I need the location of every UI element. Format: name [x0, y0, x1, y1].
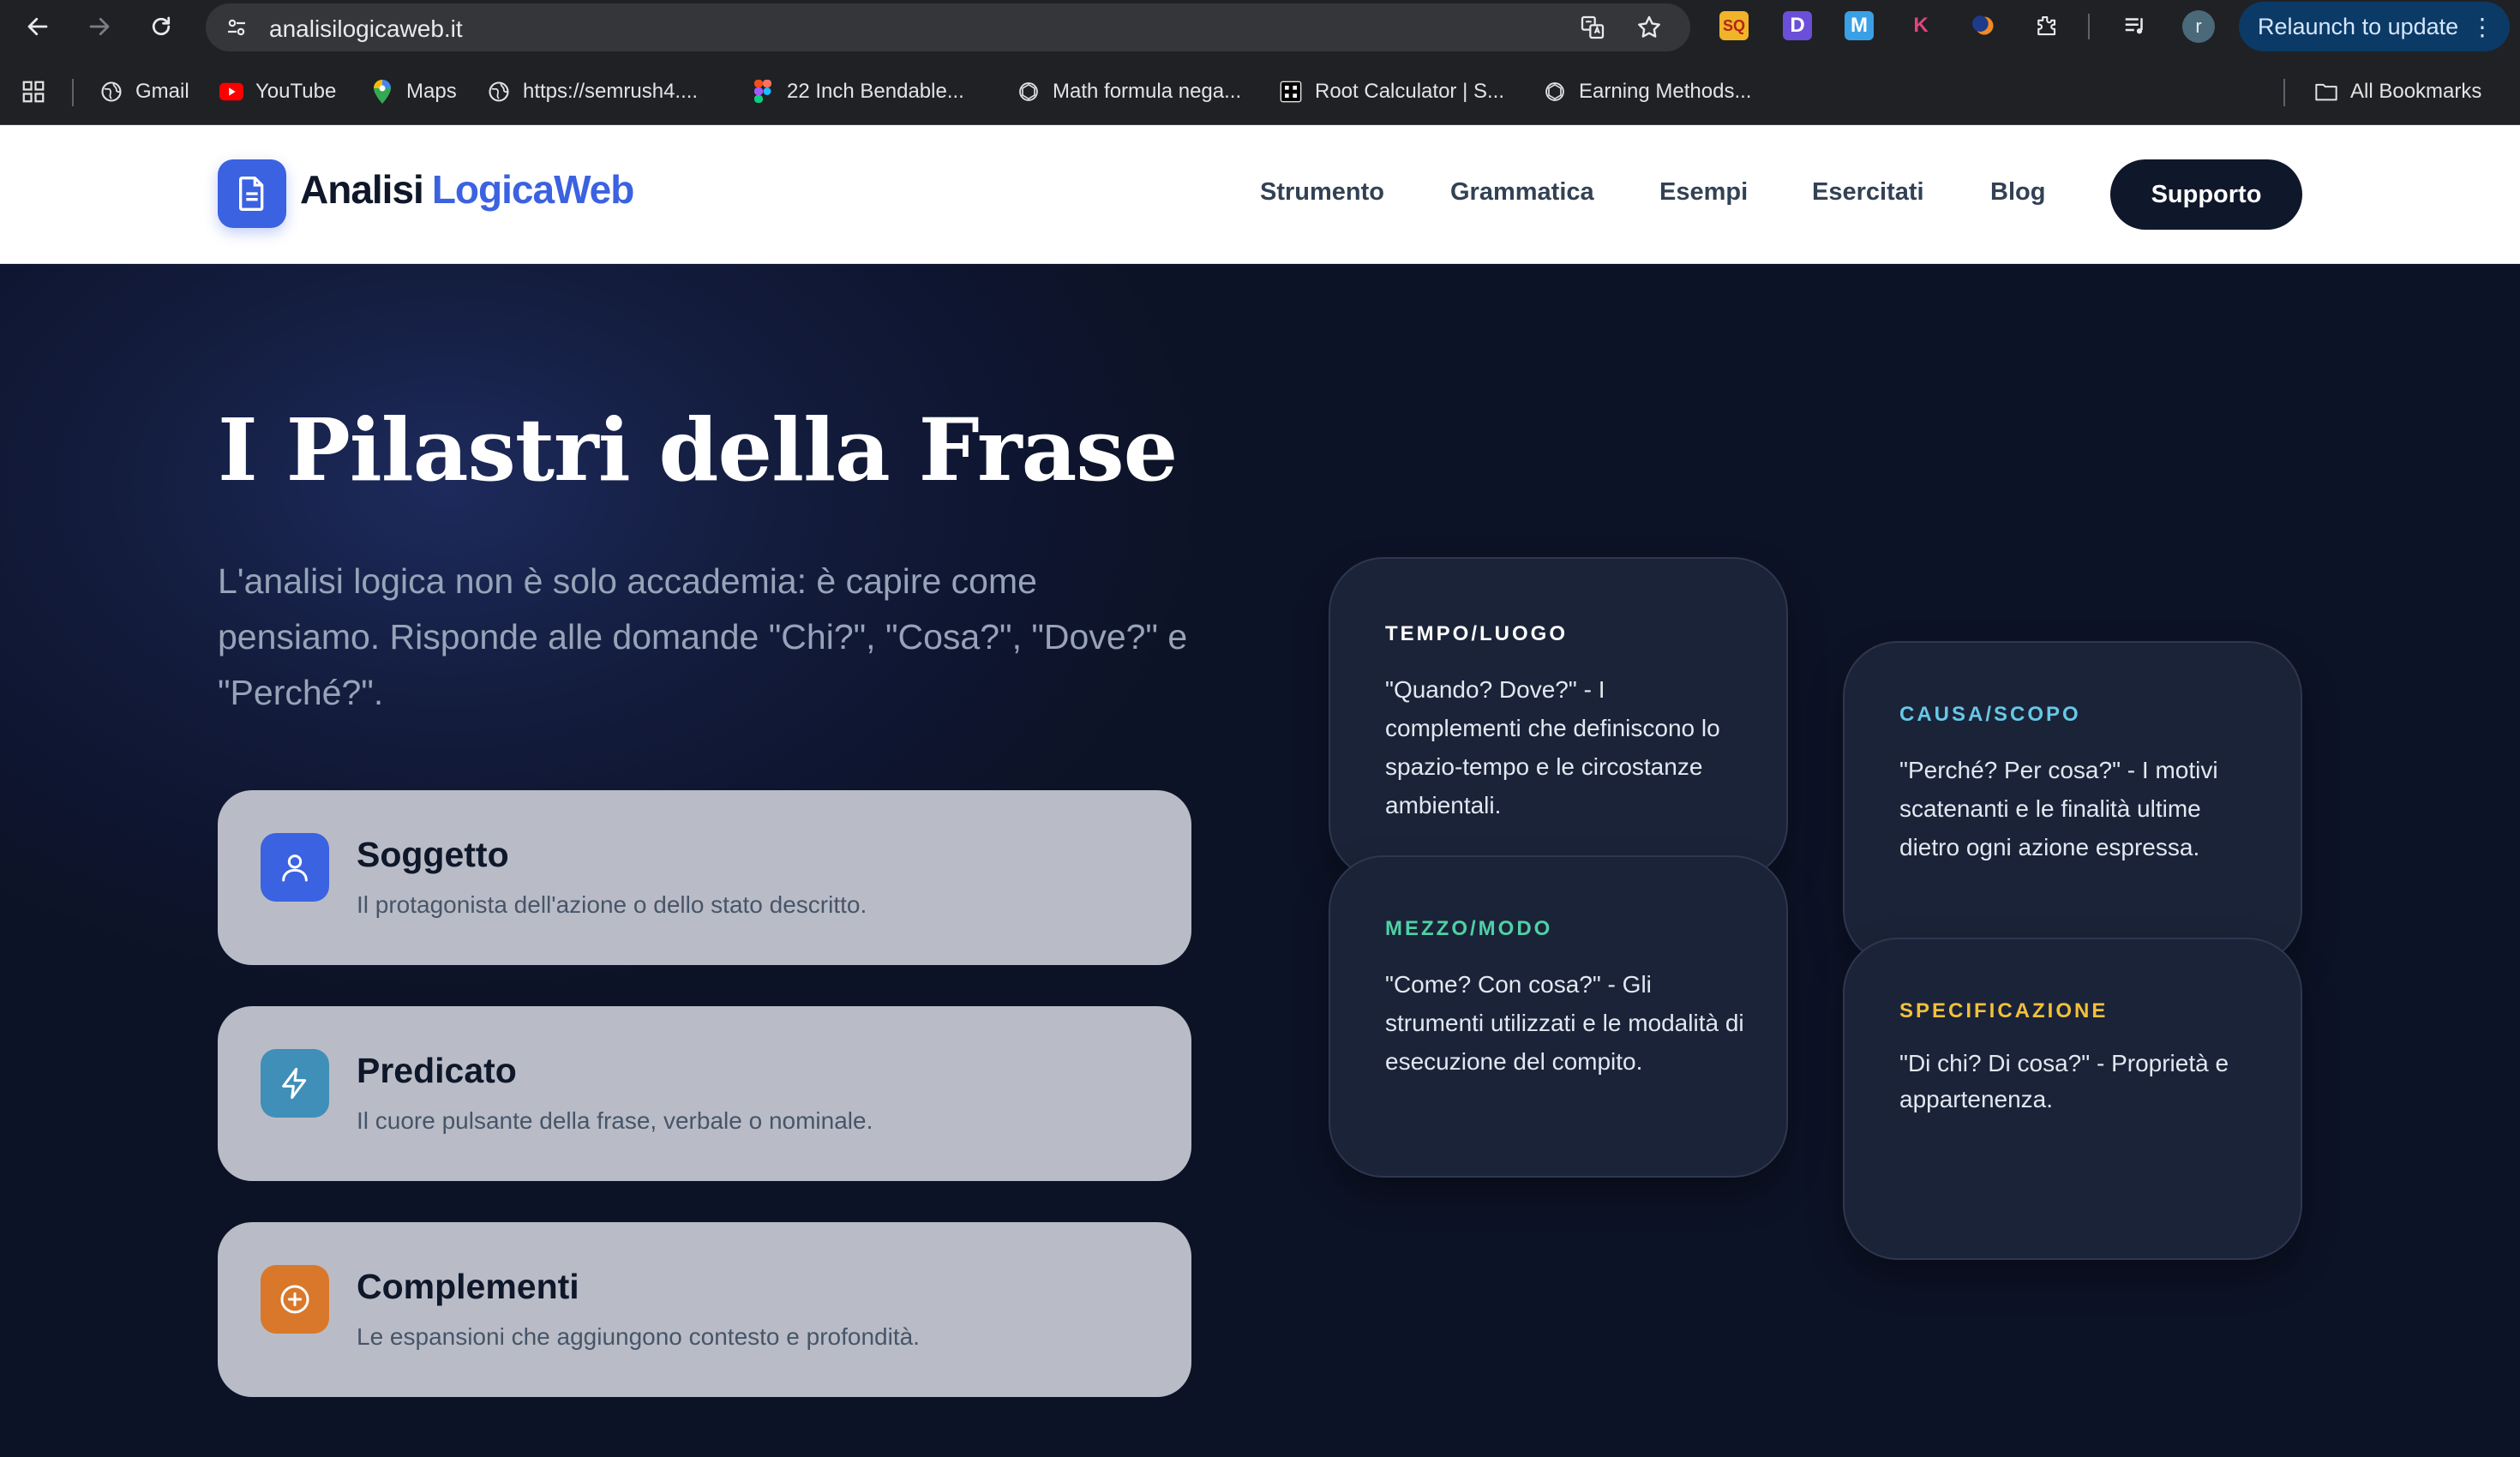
site-settings-icon[interactable]	[221, 12, 252, 43]
openai-icon	[1017, 80, 1041, 104]
card-tempo-luogo: TEMPO/LUOGO "Quando? Dove?" - I compleme…	[1329, 557, 1788, 879]
bookmarks-divider	[72, 79, 74, 106]
url-text[interactable]: analisilogicaweb.it	[269, 15, 463, 43]
media-controls-icon[interactable]	[2121, 11, 2150, 40]
openai-icon	[1543, 80, 1567, 104]
logo-part-2: LogicaWeb	[431, 167, 635, 212]
figma-icon	[751, 80, 775, 104]
bookmark-maps[interactable]: Maps	[370, 77, 457, 106]
bookmarks-bar: Gmail YouTube Maps https://semrush4.... …	[0, 53, 2520, 125]
bookmark-bendable[interactable]: 22 Inch Bendable...	[751, 77, 964, 106]
moon-extension-icon[interactable]	[1970, 11, 1999, 40]
card-label: MEZZO/MODO	[1385, 917, 1553, 940]
bookmark-label: 22 Inch Bendable...	[787, 80, 964, 103]
browser-toolbar: analisilogicaweb.it SQ D M K r Relaunch …	[0, 0, 2520, 53]
plus-circle-icon	[261, 1265, 329, 1334]
card-causa-scopo: CAUSA/SCOPO "Perché? Per cosa?" - I moti…	[1843, 641, 2302, 965]
folder-icon	[2314, 80, 2338, 104]
relaunch-label: Relaunch to update	[2258, 13, 2459, 39]
bookmark-label: Gmail	[135, 80, 189, 103]
d-extension-icon[interactable]: D	[1783, 11, 1812, 40]
globe-icon	[487, 80, 511, 104]
address-bar[interactable]: analisilogicaweb.it	[206, 3, 1690, 51]
document-icon[interactable]	[218, 159, 286, 228]
relaunch-to-update-button[interactable]: Relaunch to update ⋮	[2239, 2, 2510, 51]
support-button[interactable]: Supporto	[2110, 159, 2302, 230]
site-logo[interactable]: Analisi LogicaWeb	[300, 166, 635, 213]
k-extension-icon[interactable]: K	[1906, 11, 1935, 40]
card-mezzo-modo: MEZZO/MODO "Come? Con cosa?" - Gli strum…	[1329, 855, 1788, 1178]
bookmark-earning-methods[interactable]: Earning Methods...	[1543, 77, 1751, 106]
all-bookmarks-label: All Bookmarks	[2350, 80, 2482, 103]
card-text: "Come? Con cosa?" - Gli strumenti utiliz…	[1385, 971, 1744, 1075]
nav-esercitati[interactable]: Esercitati	[1812, 178, 1924, 207]
more-menu-icon[interactable]: ⋮	[2470, 13, 2494, 41]
nav-strumento[interactable]: Strumento	[1260, 178, 1384, 207]
bookmark-label: Root Calculator | S...	[1315, 80, 1504, 103]
card-specificazione: SPECIFICAZIONE "Di chi? Di cosa?" - Prop…	[1843, 938, 2302, 1260]
back-icon[interactable]	[21, 9, 55, 44]
site-header: Analisi LogicaWeb Strumento Grammatica Es…	[0, 125, 2520, 264]
bookmark-root-calculator[interactable]: Root Calculator | S...	[1279, 77, 1504, 106]
extensions-puzzle-icon[interactable]	[2031, 11, 2061, 40]
pillar-card-complementi[interactable]: Complementi Le espansioni che aggiungono…	[218, 1222, 1191, 1397]
pillar-title: Predicato	[357, 1051, 517, 1090]
youtube-icon	[219, 80, 243, 104]
pillar-description: Il cuore pulsante della frase, verbale o…	[357, 1107, 873, 1134]
profile-avatar[interactable]: r	[2182, 10, 2215, 43]
seoquake-extension-icon[interactable]: SQ	[1719, 11, 1749, 40]
card-label: TEMPO/LUOGO	[1385, 622, 1568, 645]
bookmark-math-formula[interactable]: Math formula nega...	[1017, 77, 1241, 106]
card-label: CAUSA/SCOPO	[1899, 703, 2081, 726]
bookmark-label: YouTube	[255, 80, 337, 103]
card-label: SPECIFICAZIONE	[1899, 999, 2109, 1022]
card-text: "Perché? Per cosa?" - I motivi scatenant…	[1899, 757, 2218, 860]
pillar-title: Soggetto	[357, 835, 509, 874]
bookmark-label: Earning Methods...	[1579, 80, 1752, 103]
bookmark-label: https://semrush4....	[523, 80, 699, 103]
translate-icon[interactable]	[1577, 12, 1608, 43]
card-text: "Quando? Dove?" - I complementi che defi…	[1385, 676, 1720, 818]
pillar-card-predicato[interactable]: Predicato Il cuore pulsante della frase,…	[218, 1006, 1191, 1181]
m-extension-icon[interactable]: M	[1845, 11, 1874, 40]
apps-grid-icon[interactable]	[21, 77, 46, 106]
bookmark-label: Math formula nega...	[1053, 80, 1242, 103]
lightning-icon	[261, 1049, 329, 1118]
bookmark-label: Maps	[406, 80, 457, 103]
hero-subtitle: L'analisi logica non è solo accademia: è…	[218, 561, 1188, 712]
pillar-title: Complementi	[357, 1267, 579, 1306]
nav-grammatica[interactable]: Grammatica	[1450, 178, 1594, 207]
globe-icon	[99, 80, 123, 104]
bookmark-semrush[interactable]: https://semrush4....	[487, 77, 698, 106]
hero-title: I Pilastri della Frase	[218, 399, 1178, 501]
all-bookmarks-button[interactable]: All Bookmarks	[2314, 77, 2481, 106]
pillar-description: Il protagonista dell'azione o dello stat…	[357, 891, 867, 918]
nav-esempi[interactable]: Esempi	[1659, 178, 1748, 207]
nav-blog[interactable]: Blog	[1990, 178, 2045, 207]
card-text: "Di chi? Di cosa?" - Proprietà e apparte…	[1899, 1050, 2229, 1112]
bookmarks-divider	[2283, 79, 2285, 106]
bookmark-youtube[interactable]: YouTube	[219, 77, 336, 106]
hero-section: I Pilastri della Frase L'analisi logica …	[0, 264, 2520, 1457]
forward-icon[interactable]	[82, 9, 117, 44]
logo-part-1: Analisi	[300, 167, 424, 212]
calculator-icon	[1279, 80, 1303, 104]
pillar-description: Le espansioni che aggiungono contesto e …	[357, 1323, 920, 1350]
user-icon	[261, 833, 329, 902]
toolbar-divider	[2088, 14, 2090, 39]
reload-icon[interactable]	[144, 9, 178, 44]
pillar-card-soggetto[interactable]: Soggetto Il protagonista dell'azione o d…	[218, 790, 1191, 965]
bookmark-star-icon[interactable]	[1634, 12, 1665, 43]
bookmark-gmail[interactable]: Gmail	[99, 77, 189, 106]
maps-pin-icon	[370, 80, 394, 104]
